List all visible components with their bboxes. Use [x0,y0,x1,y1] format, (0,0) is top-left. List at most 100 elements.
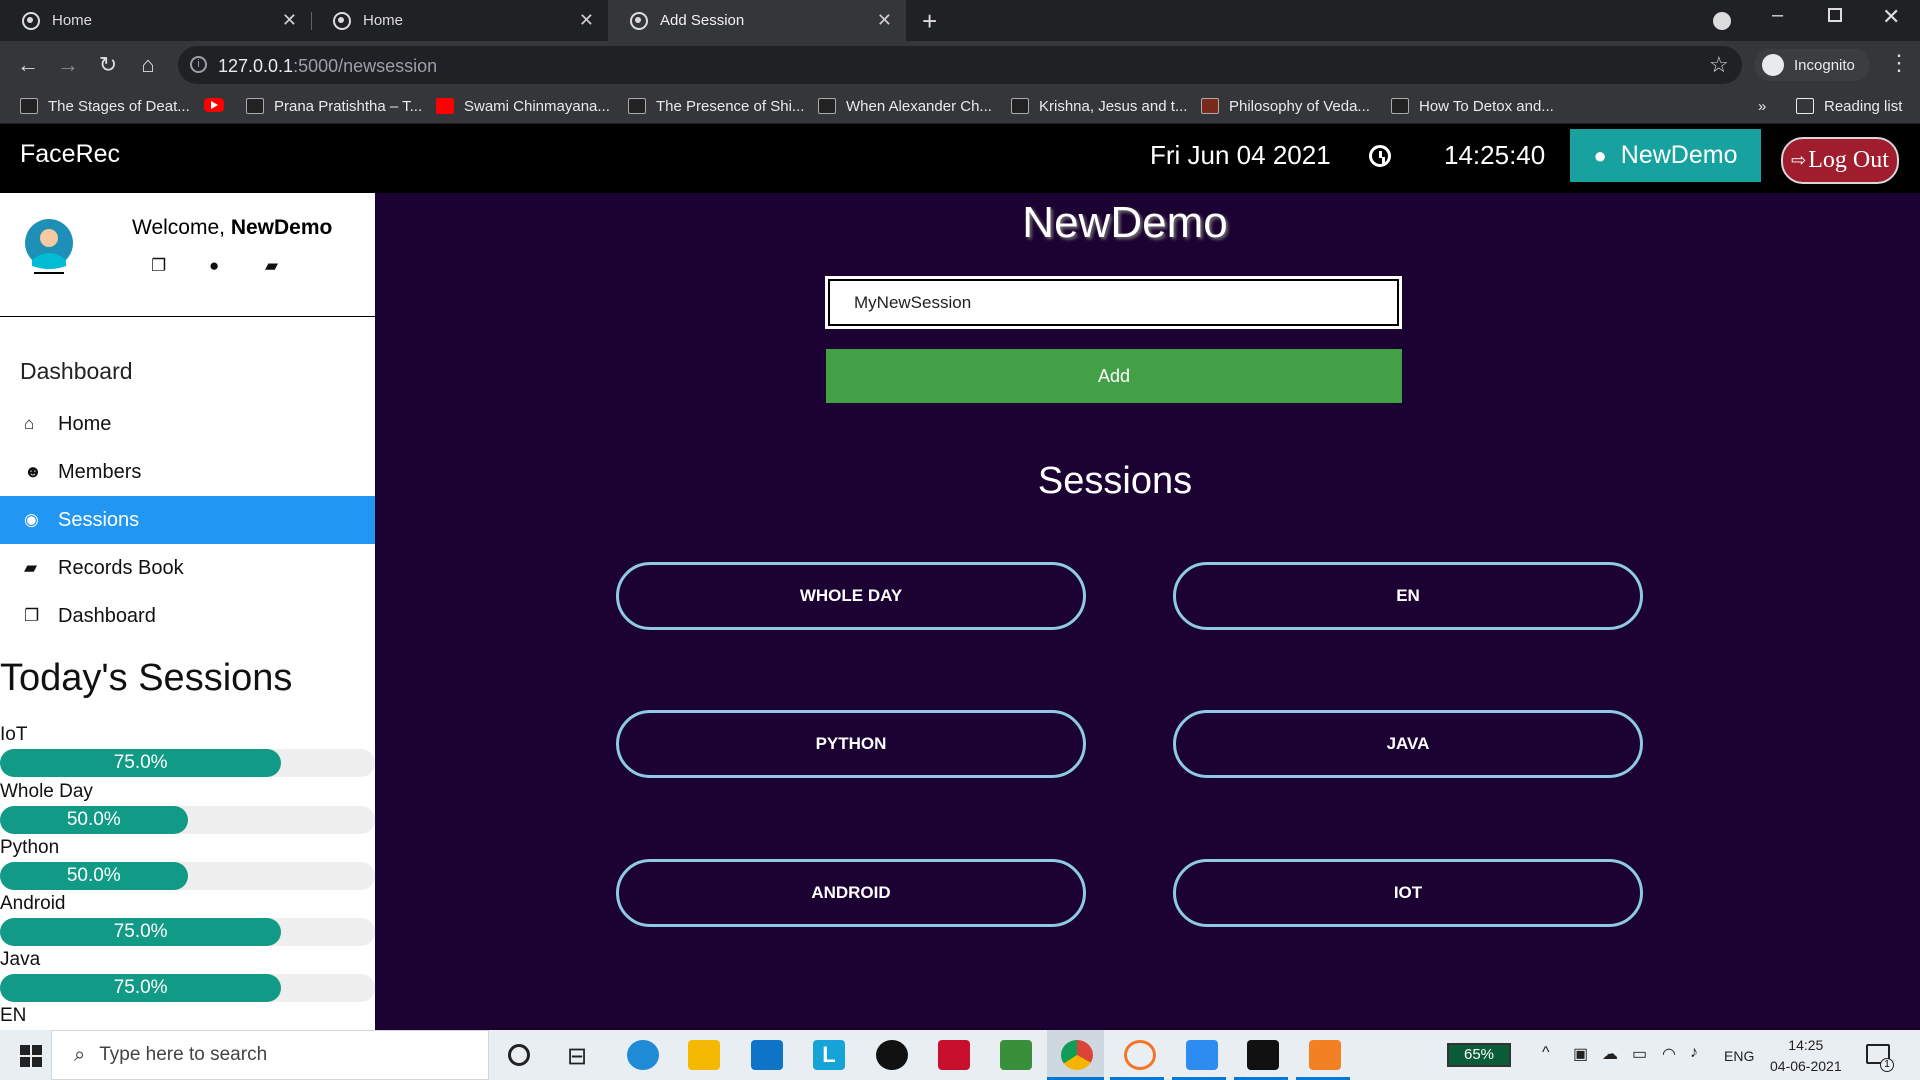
session-button-en[interactable]: EN [1173,562,1643,630]
incognito-icon [1762,54,1784,76]
session-progress-track: 75.0% [0,974,375,1002]
site-info-icon[interactable]: i [190,56,207,73]
cortana-icon[interactable] [508,1044,530,1066]
wifi-icon[interactable]: ◠ [1662,1044,1676,1064]
reload-icon[interactable]: ↻ [94,51,122,79]
bookmark-label: How To Detox and... [1419,97,1554,115]
incognito-badge[interactable]: Incognito [1754,49,1870,81]
youtube-icon[interactable] [204,98,224,112]
session-button-iot[interactable]: IOT [1173,859,1643,927]
logout-button[interactable]: ⇨ Log Out [1781,137,1899,184]
user-icon: ● [1593,142,1607,168]
windows-start-icon[interactable] [20,1045,42,1067]
session-button-java[interactable]: JAVA [1173,710,1643,778]
bookmark-item[interactable]: When Alexander Ch... [818,95,992,117]
clock-time: 14:25 [1788,1037,1824,1053]
restore-icon[interactable] [1828,8,1842,22]
add-session-button[interactable]: Add [826,349,1402,403]
sidebar-item-dashboard[interactable]: ❐ Dashboard [0,592,375,640]
browser-tab[interactable]: Home ✕ [311,0,608,41]
mcafee-icon[interactable] [938,1040,970,1070]
bookmark-item[interactable]: Philosophy of Veda... [1201,95,1370,117]
page-icon [1011,98,1029,114]
bookmark-item[interactable]: The Presence of Shi... [628,95,804,117]
session-button-python[interactable]: PYTHON [616,710,1086,778]
url-text[interactable]: 127.0.0.1:5000/newsession [218,56,437,77]
session-progress-track: 75.0% [0,749,375,777]
logout-label: Log Out [1808,147,1889,173]
new-tab-icon[interactable]: + [922,6,937,37]
close-window-icon[interactable]: ✕ [1882,4,1900,30]
forward-icon[interactable]: → [54,51,82,79]
bookmark-item[interactable]: Krishna, Jesus and t... [1011,95,1187,117]
session-name-input[interactable] [825,276,1402,329]
close-tab-icon[interactable]: ✕ [579,10,594,31]
menu-kebab-icon[interactable]: ⋮ [1888,50,1910,76]
bookmark-label: Krishna, Jesus and t... [1039,97,1188,115]
xbox-icon[interactable] [876,1040,908,1070]
close-tab-icon[interactable]: ✕ [282,10,297,31]
book-icon[interactable]: ▰ [265,256,278,276]
minimize-icon[interactable]: – [1772,4,1783,27]
user-profile-button[interactable]: ● NewDemo [1570,129,1761,182]
sidebar-item-label: Sessions [58,508,140,531]
terminal-icon[interactable] [1247,1040,1279,1070]
copy-icon[interactable]: ❐ [151,256,166,276]
profile-label: Incognito [1794,56,1855,74]
reading-list-label: Reading list [1824,97,1903,115]
more-bookmarks-label: » [1758,97,1767,115]
language-indicator[interactable]: ENG [1724,1048,1754,1064]
edge-icon[interactable] [627,1040,659,1070]
browser-tab[interactable]: Home ✕ [0,0,311,41]
sidebar-item-label: Home [58,412,112,435]
session-progress-bar: 75.0% [0,918,282,946]
sidebar-item-records-book[interactable]: ▰ Records Book [0,544,375,592]
page-title: NewDemo [1022,198,1228,247]
app-l-icon[interactable]: L [813,1040,845,1070]
sidebar-item-sessions[interactable]: ◉ Sessions [0,496,375,544]
volume-icon[interactable]: ♪ [1690,1044,1698,1062]
more-bookmarks-icon[interactable]: » [1758,95,1766,117]
globe-icon [22,11,40,30]
sublime-icon[interactable] [1309,1040,1341,1070]
home-browser-icon[interactable]: ⌂ [134,51,162,79]
task-view-icon[interactable]: ⊟ [567,1042,587,1071]
jupyter-icon[interactable] [1124,1040,1156,1070]
user-icon[interactable]: ● [209,256,219,276]
session-progress-bar: 75.0% [0,749,282,777]
onedrive-icon[interactable]: ☁ [1602,1044,1618,1064]
sidebar-item-members[interactable]: ☻ Members [0,448,375,496]
browser-tab-active[interactable]: Add Session ✕ [608,0,906,41]
mail-icon[interactable] [751,1040,783,1070]
bookmark-label: Prana Pratishtha – T... [274,97,423,115]
close-tab-icon[interactable]: ✕ [877,10,892,31]
device-icon[interactable]: ▣ [1573,1044,1588,1064]
app-icon[interactable] [1000,1040,1032,1070]
sidebar-item-home[interactable]: ⌂ Home [0,400,375,448]
app-brand[interactable]: FaceRec [20,140,120,169]
session-button-android[interactable]: ANDROID [616,859,1086,927]
tab-search-icon[interactable] [1713,12,1731,30]
camera-icon[interactable] [1186,1040,1218,1070]
taskbar-search[interactable]: ⌕ Type here to search [51,1030,489,1080]
reading-list-button[interactable]: Reading list [1796,95,1902,117]
bookmark-item[interactable]: Prana Pratishtha – T... [246,95,422,117]
back-icon[interactable]: ← [14,51,42,79]
battery-icon[interactable]: ▭ [1632,1044,1647,1064]
bookmark-item[interactable]: Swami Chinmayana... [436,95,610,117]
page-icon [628,98,646,114]
page-icon [1201,98,1219,114]
chrome-icon[interactable] [1061,1040,1093,1070]
battery-indicator[interactable]: 65% [1447,1043,1511,1067]
bookmark-item[interactable]: The Stages of Deat... [20,95,190,117]
bookmark-item[interactable]: How To Detox and... [1391,95,1554,117]
bookmark-star-icon[interactable]: ☆ [1709,52,1729,78]
system-clock[interactable]: 14:25 04-06-2021 [1770,1035,1842,1077]
tab-title: Home [52,12,93,29]
show-hidden-icons[interactable]: ^ [1542,1044,1550,1062]
welcome-prefix: Welcome, [132,216,231,239]
session-button-whole-day[interactable]: WHOLE DAY [616,562,1086,630]
eye-icon: ◉ [24,510,39,529]
file-explorer-icon[interactable] [688,1040,720,1070]
search-placeholder: Type here to search [99,1044,268,1065]
